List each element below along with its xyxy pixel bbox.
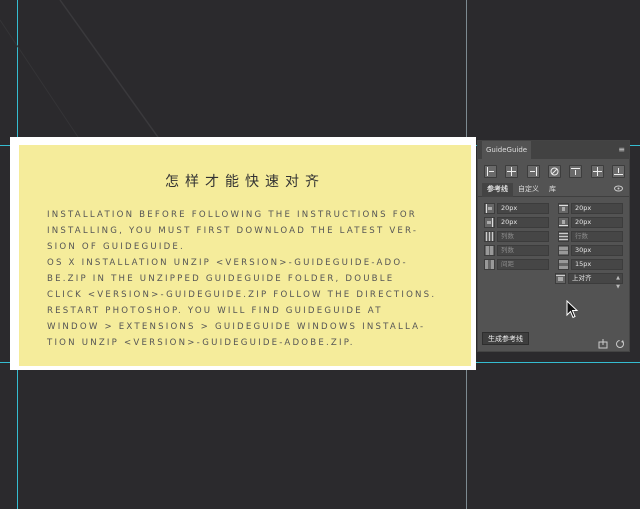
clear-guides-icon[interactable]	[547, 165, 561, 178]
align-select[interactable]: 上对齐 ▲ ▼	[568, 273, 623, 290]
guide-settings-grid: 20px 20px 20px 20px 列数 行数 列数 30px 间距 15p…	[478, 197, 629, 290]
horizontal-center-guide-icon[interactable]	[590, 165, 604, 178]
tab-library[interactable]: 库	[544, 183, 561, 197]
left-margin-field[interactable]: 20px	[497, 203, 549, 214]
left-guide-icon[interactable]	[484, 165, 497, 178]
row-height-icon	[558, 245, 569, 256]
top-margin-icon	[558, 203, 569, 214]
top-margin-field[interactable]: 20px	[571, 203, 623, 214]
visibility-eye-icon[interactable]	[614, 185, 623, 192]
bottom-guide-icon[interactable]	[611, 165, 625, 178]
yellow-text-block[interactable]: 怎样才能快速对齐 Installation Before following t…	[19, 145, 471, 366]
column-width-field[interactable]: 列数	[497, 245, 549, 256]
align-select-value: 上对齐	[572, 274, 592, 282]
right-margin-icon	[484, 217, 495, 228]
column-gutter-field[interactable]: 间距	[497, 259, 549, 270]
export-icon[interactable]	[598, 334, 608, 348]
bottom-margin-field[interactable]: 20px	[571, 217, 623, 228]
select-arrows-icon: ▲ ▼	[616, 275, 620, 290]
rows-field[interactable]: 行数	[571, 231, 623, 242]
rows-icon	[558, 231, 569, 242]
tab-guides[interactable]: 参考线	[482, 182, 513, 197]
row-gutter-icon	[558, 259, 569, 270]
top-guide-icon[interactable]	[569, 165, 583, 178]
document-title: 怎样才能快速对齐	[165, 174, 325, 190]
generate-guides-button[interactable]: 生成参考线	[482, 332, 529, 345]
panel-tab-guideguide[interactable]: GuideGuide	[482, 141, 532, 159]
panel-header: GuideGuide ≡	[478, 141, 629, 159]
left-margin-icon	[484, 203, 495, 214]
document-canvas[interactable]: 怎样才能快速对齐 Installation Before following t…	[10, 137, 476, 370]
refresh-icon[interactable]	[615, 334, 625, 348]
vertical-center-guide-icon[interactable]	[505, 165, 519, 178]
column-gutter-icon	[484, 259, 495, 270]
bottom-margin-icon	[558, 217, 569, 228]
tab-custom[interactable]: 自定义	[513, 183, 544, 197]
guide-position-toolbar	[478, 159, 629, 182]
row-gutter-field[interactable]: 15px	[571, 259, 623, 270]
columns-icon	[484, 231, 495, 242]
panel-footer: 生成参考线	[478, 332, 629, 348]
guideguide-panel: GuideGuide ≡ 参考线 自定义 库 20px 20px 20px 20…	[477, 140, 630, 352]
right-guide-icon[interactable]	[526, 165, 540, 178]
columns-field[interactable]: 列数	[497, 231, 549, 242]
panel-menu-icon[interactable]: ≡	[618, 146, 625, 154]
right-margin-field[interactable]: 20px	[497, 217, 549, 228]
panel-tabs: 参考线 自定义 库	[478, 182, 629, 197]
row-height-field[interactable]: 30px	[571, 245, 623, 256]
document-body-text: Installation Before following the instru…	[47, 210, 437, 348]
column-width-icon	[484, 245, 495, 256]
align-icon	[555, 273, 566, 284]
mouse-cursor-icon	[566, 300, 579, 319]
